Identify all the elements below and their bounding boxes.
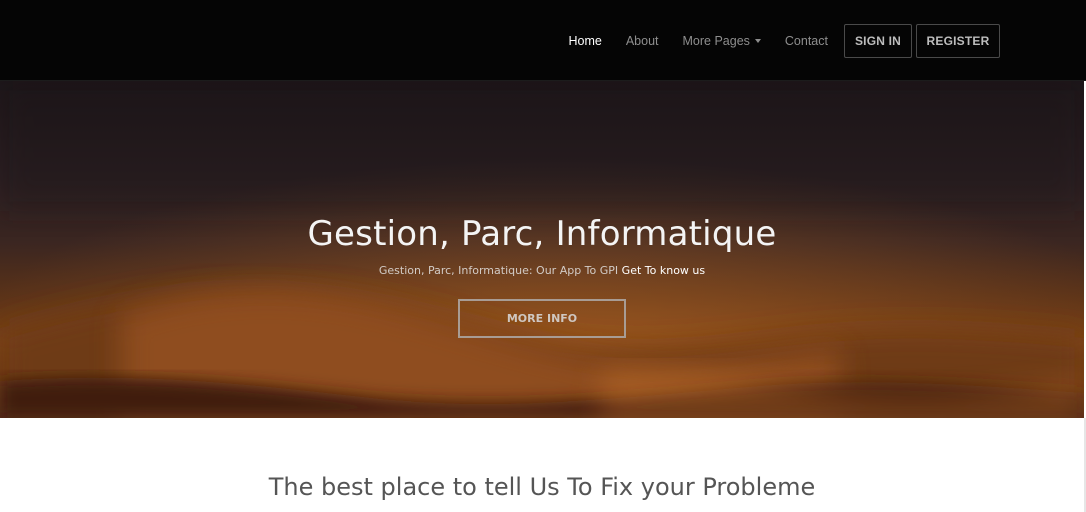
top-navbar: Home About More Pages Contact SIGN IN RE… xyxy=(0,0,1086,81)
nav-home-link[interactable]: Home xyxy=(568,34,601,48)
more-info-button[interactable]: MORE INFO xyxy=(458,299,626,338)
sign-in-button[interactable]: SIGN IN xyxy=(844,23,912,58)
caret-down-icon xyxy=(754,38,761,43)
hero-banner: Gestion, Parc, Informatique Gestion, Par… xyxy=(0,81,1084,418)
nav-about-link[interactable]: About xyxy=(626,34,659,48)
register-button[interactable]: REGISTER xyxy=(916,23,1000,58)
get-to-know-us-link[interactable]: Get To know us xyxy=(622,264,705,277)
hero-title: Gestion, Parc, Informatique xyxy=(307,214,777,254)
section-heading: The best place to tell Us To Fix your Pr… xyxy=(268,473,816,501)
nav-more-pages-dropdown[interactable]: More Pages xyxy=(683,34,761,48)
hero-subtitle-text: Gestion, Parc, Informatique: Our App To … xyxy=(378,264,619,277)
nav-contact-link[interactable]: Contact xyxy=(785,34,828,48)
nav-menu: Home About More Pages Contact SIGN IN RE… xyxy=(568,0,1000,81)
hero-subtitle: Gestion, Parc, Informatique: Our App To … xyxy=(0,264,1084,277)
nav-more-pages-label: More Pages xyxy=(682,33,750,48)
